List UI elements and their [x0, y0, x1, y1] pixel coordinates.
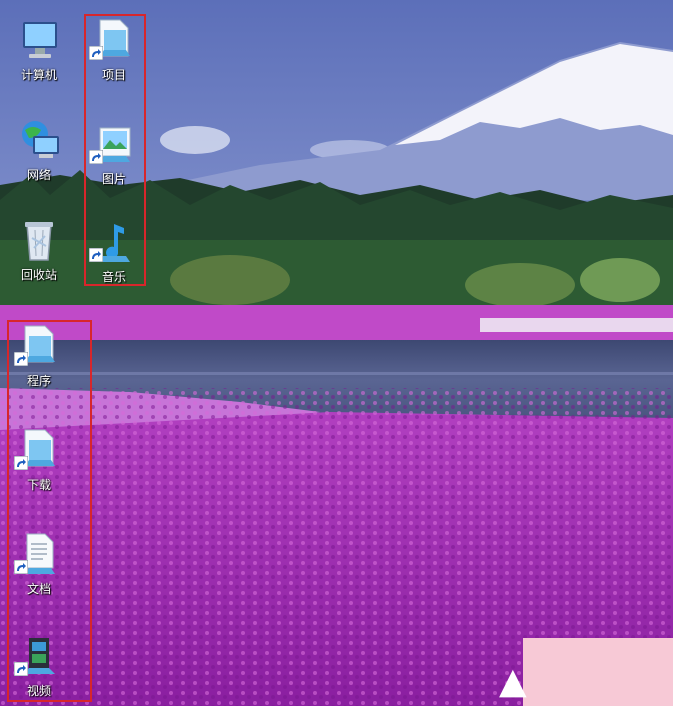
desktop[interactable]: 计算机 网络 回收站 项目 图片 音乐 程序 下载 文档 视频 ▲: [0, 0, 673, 706]
trash-bin-icon: [25, 222, 53, 261]
icon-label: 计算机: [20, 68, 57, 82]
computer-icon[interactable]: 计算机: [4, 10, 74, 100]
icon-label: 回收站: [20, 268, 57, 282]
recycle-bin-icon[interactable]: 回收站: [4, 210, 74, 300]
watermark-logo-icon: ▲: [499, 661, 527, 702]
icon-label: 网络: [26, 168, 51, 182]
network-globe-icon: [22, 121, 59, 158]
watermark: ▲: [499, 638, 673, 706]
computer-monitor-icon: [23, 22, 57, 58]
highlight-box-left: [7, 320, 92, 702]
network-icon[interactable]: 网络: [4, 110, 74, 200]
highlight-box-top: [84, 14, 146, 286]
